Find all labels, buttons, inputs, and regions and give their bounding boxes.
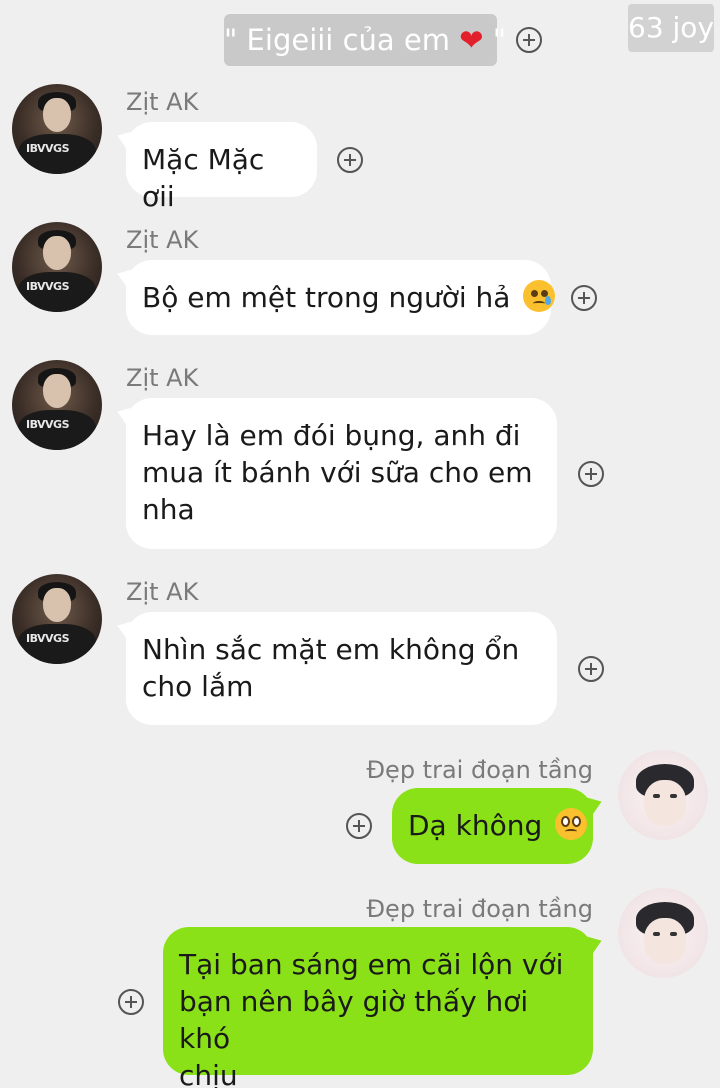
pleading-face-emoji-icon (555, 808, 588, 840)
add-reaction-icon[interactable] (571, 285, 597, 311)
add-reaction-icon[interactable] (578, 656, 604, 682)
watermark-label: 63 joy (628, 4, 714, 52)
sender-name: Zịt AK (126, 88, 199, 116)
message-text-line: bạn nên bây giờ thấy hơi khó (179, 985, 529, 1055)
message-bubble-outgoing[interactable]: Tại ban sáng em cãi lộn với bạn nên bây … (163, 927, 593, 1088)
avatar-zit-ak[interactable]: IBVVGS (12, 574, 102, 664)
message-bubble-outgoing[interactable]: Dạ không (392, 788, 593, 864)
message-bubble-incoming[interactable]: Mặc Mặc ơii (126, 122, 317, 213)
sender-name: Đẹp trai đoạn tầng (366, 895, 593, 923)
avatar-dep-trai-doan-tang[interactable] (618, 750, 708, 840)
message-text: Bộ em mệt trong người hả (142, 281, 511, 314)
avatar-dep-trai-doan-tang[interactable] (618, 888, 708, 978)
message-text-line: cho lắm (142, 670, 254, 703)
message-bubble-incoming[interactable]: Bộ em mệt trong người hả (126, 260, 556, 335)
conversation-title-suffix: " (483, 23, 507, 57)
message-text-line: Tại ban sáng em cãi lộn với (179, 948, 564, 981)
avatar-zit-ak[interactable]: IBVVGS (12, 84, 102, 174)
message-text-line: chịu (179, 1059, 238, 1088)
crying-face-emoji-icon (523, 280, 556, 312)
message-text: Mặc Mặc ơii (142, 143, 265, 213)
avatar-zit-ak[interactable]: IBVVGS (12, 360, 102, 450)
add-reaction-icon[interactable] (337, 147, 363, 173)
red-heart-icon: ❤ (459, 23, 484, 57)
sender-name: Zịt AK (126, 364, 199, 392)
message-text-line: Nhìn sắc mặt em không ổn (142, 633, 520, 666)
conversation-title-chip[interactable]: " Eigeiii của em ❤ " (224, 14, 506, 66)
message-text-line: nha (142, 493, 195, 526)
message-text: Dạ không (408, 809, 543, 842)
sender-name: Zịt AK (126, 578, 199, 606)
add-reaction-icon[interactable] (578, 461, 604, 487)
message-text-line: mua ít bánh với sữa cho em (142, 456, 533, 489)
add-reaction-icon[interactable] (346, 813, 372, 839)
sender-name: Đẹp trai đoạn tầng (366, 756, 593, 784)
message-text-line: Hay là em đói bụng, anh đi (142, 419, 521, 452)
add-reaction-icon[interactable] (118, 989, 144, 1015)
conversation-title-prefix: " Eigeiii của em (224, 23, 450, 57)
add-reaction-icon[interactable] (516, 27, 542, 53)
avatar-zit-ak[interactable]: IBVVGS (12, 222, 102, 312)
sender-name: Zịt AK (126, 226, 199, 254)
message-bubble-incoming[interactable]: Hay là em đói bụng, anh đi mua ít bánh v… (126, 398, 557, 549)
message-bubble-incoming[interactable]: Nhìn sắc mặt em không ổn cho lắm (126, 612, 557, 725)
